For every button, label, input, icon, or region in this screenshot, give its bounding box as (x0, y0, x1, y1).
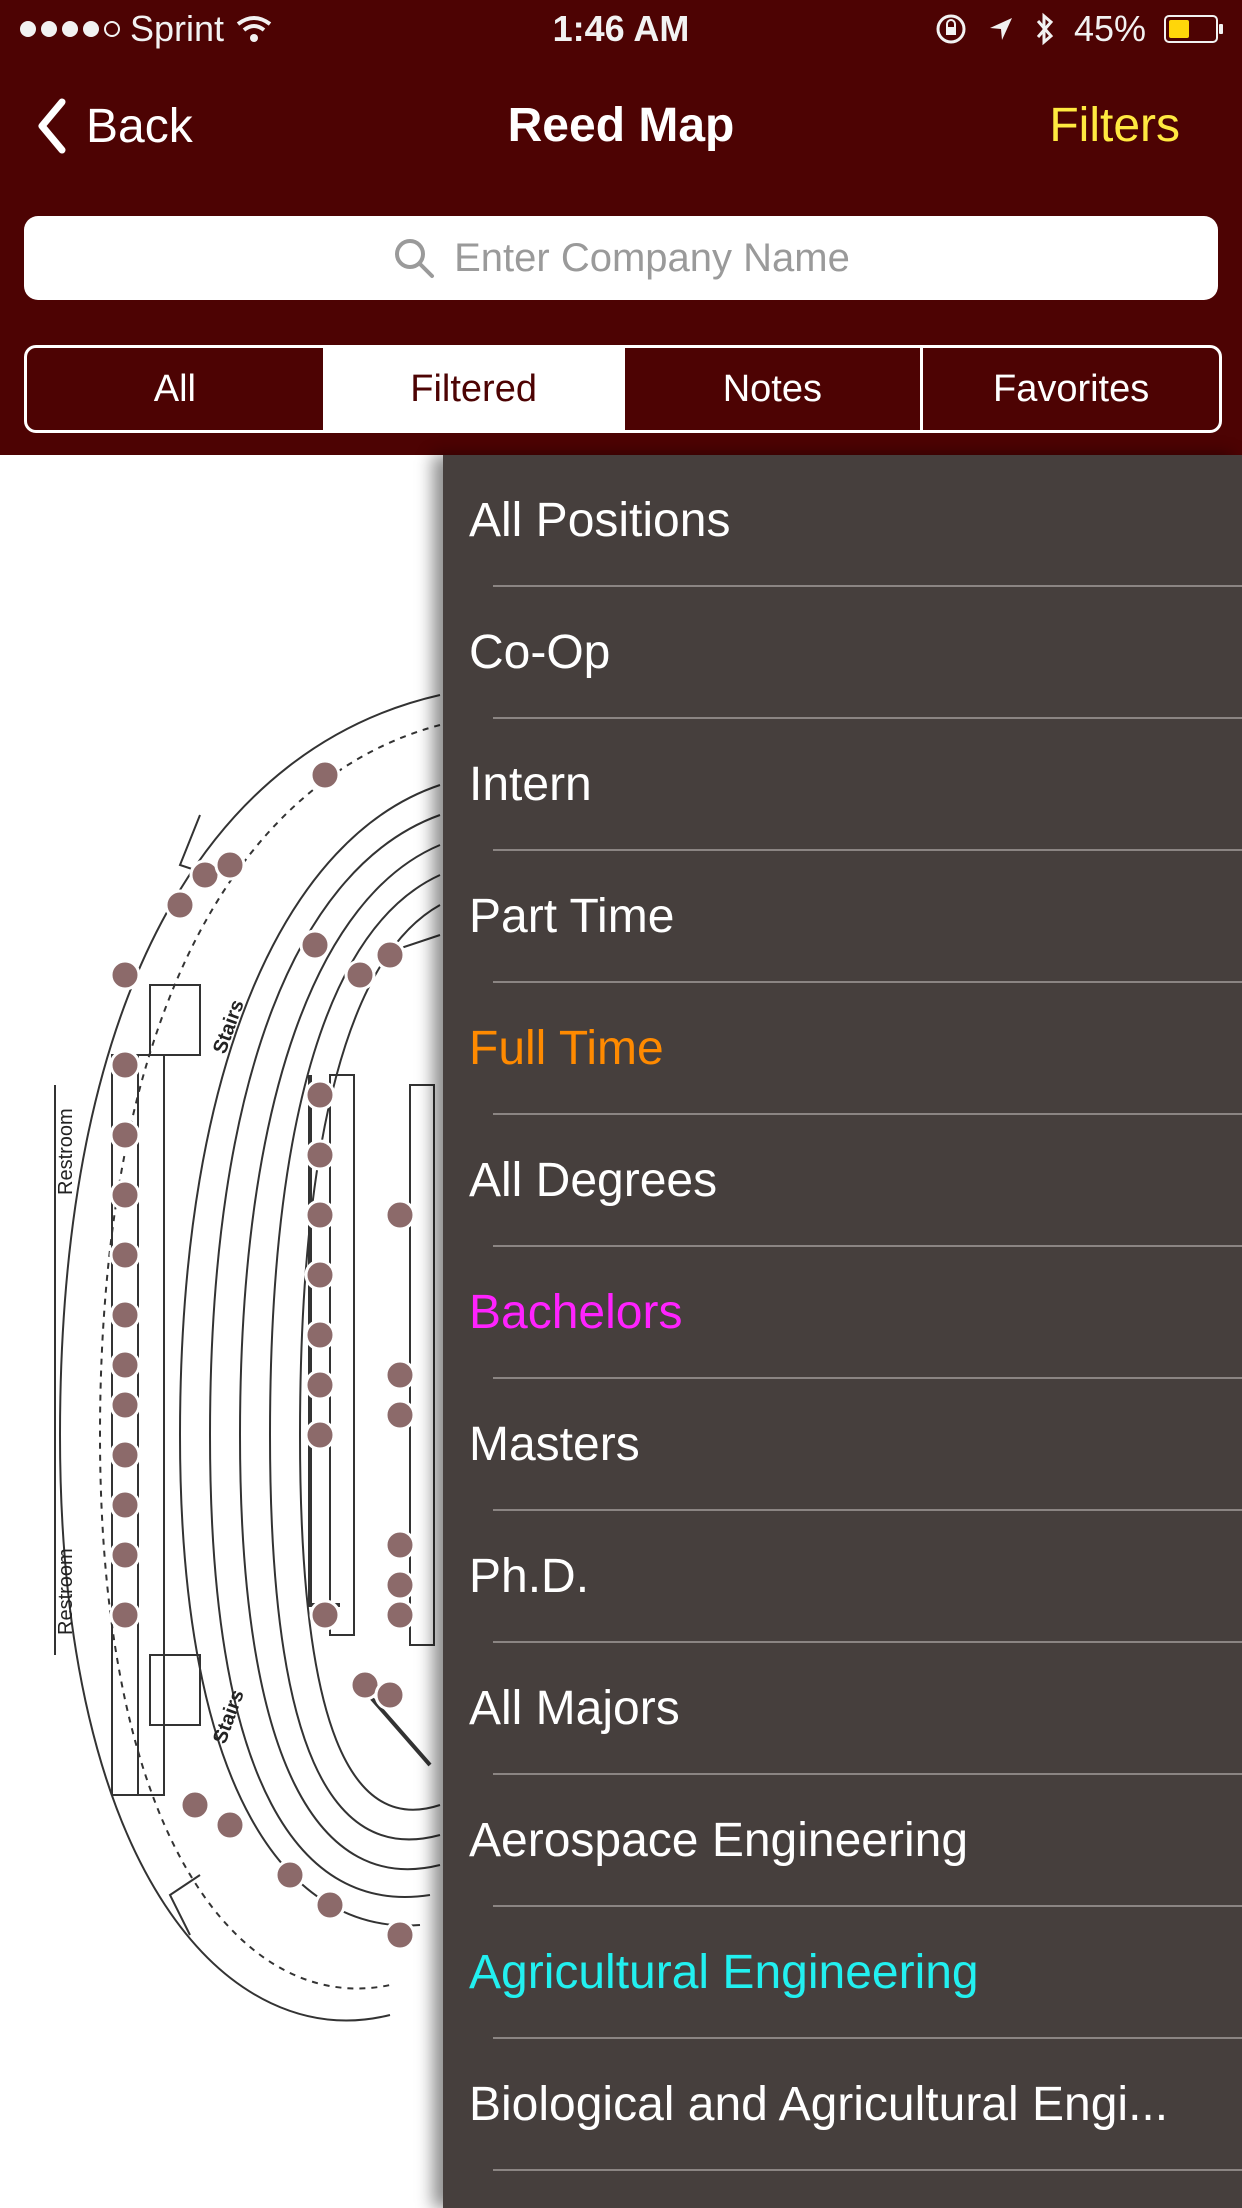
menu-item-label: Agricultural Engineering (469, 1946, 979, 1999)
map-pin[interactable] (109, 1349, 141, 1381)
map-pin[interactable] (304, 1079, 336, 1111)
status-bar: Sprint 1:46 AM 45% (0, 0, 1242, 60)
map-pin[interactable] (274, 1859, 306, 1891)
navigation-bar: Back Reed Map Filters (0, 60, 1242, 190)
menu-item[interactable]: All Majors (443, 1643, 1242, 1775)
menu-item-label: Part Time (469, 890, 675, 943)
menu-item-label: Bachelors (469, 1286, 683, 1339)
map-pin[interactable] (344, 959, 376, 991)
map-pin[interactable] (384, 1569, 416, 1601)
map-pin[interactable] (179, 1789, 211, 1821)
map-pin[interactable] (109, 1179, 141, 1211)
map-pin[interactable] (109, 1049, 141, 1081)
map-pin[interactable] (109, 1389, 141, 1421)
menu-item[interactable]: All Degrees (443, 1115, 1242, 1247)
map-pin[interactable] (309, 759, 341, 791)
map-pin[interactable] (384, 1599, 416, 1631)
map-pin[interactable] (304, 1139, 336, 1171)
map-pin[interactable] (109, 1299, 141, 1331)
map-pin[interactable] (384, 1199, 416, 1231)
menu-item[interactable]: Aerospace Engineering (443, 1775, 1242, 1907)
filters-button[interactable]: Filters (1049, 98, 1180, 153)
map-pin[interactable] (109, 1489, 141, 1521)
menu-item[interactable]: Intern (443, 719, 1242, 851)
map-pin[interactable] (214, 1809, 246, 1841)
map-pin[interactable] (384, 1359, 416, 1391)
map-pin[interactable] (109, 959, 141, 991)
segment-all[interactable]: All (27, 348, 323, 430)
menu-item-label: Aerospace Engineering (469, 1814, 969, 1867)
status-right: 45% (934, 8, 1223, 50)
menu-item[interactable]: Agricultural Engineering (443, 1907, 1242, 2039)
map-pin[interactable] (164, 889, 196, 921)
map-pin[interactable] (109, 1439, 141, 1471)
menu-item[interactable]: Ph.D. (443, 1511, 1242, 1643)
search-icon (395, 239, 435, 278)
menu-item-label: Masters (469, 1418, 640, 1471)
battery-fill (1169, 20, 1189, 38)
map-label-restroom-bottom: Restroom (55, 1548, 77, 1635)
menu-item[interactable]: Full Time (443, 983, 1242, 1115)
map-pin[interactable] (109, 1599, 141, 1631)
search-placeholder: Enter Company Name (454, 235, 850, 280)
filter-dropdown-menu: All Positions Co-Op Intern Part Time Full Ti… (443, 455, 1242, 2208)
segment-favorites[interactable]: Favorites (920, 348, 1219, 430)
map-label-restroom-top: Restroom (55, 1108, 77, 1195)
menu-item[interactable]: Biological and Agricultural Engi... (443, 2039, 1242, 2171)
menu-item-label: All Positions (469, 494, 731, 547)
map-pin[interactable] (374, 1679, 406, 1711)
bluetooth-icon (1036, 12, 1054, 46)
map-pin[interactable] (214, 849, 246, 881)
map-label-stairs-top: Stairs (209, 997, 249, 1057)
menu-item[interactable]: All Positions (443, 455, 1242, 587)
map-pin[interactable] (304, 1419, 336, 1451)
menu-item-label: Intern (469, 758, 592, 811)
map-pin[interactable] (384, 1399, 416, 1431)
orientation-lock-icon (936, 14, 966, 44)
map-pin[interactable] (299, 929, 331, 961)
header: Sprint 1:46 AM 45% Back Reed Map Filters… (0, 0, 1242, 455)
map-pin[interactable] (109, 1239, 141, 1271)
menu-item[interactable]: Part Time (443, 851, 1242, 983)
map-pin[interactable] (309, 1599, 341, 1631)
location-icon (989, 18, 1012, 40)
map-pin[interactable] (384, 1919, 416, 1951)
map-label-stairs-bottom: Stairs (209, 1687, 249, 1747)
battery-percent: 45% (1073, 8, 1146, 49)
segmented-control: All Filtered Notes Favorites (24, 345, 1222, 433)
menu-item-label: All Majors (469, 1682, 680, 1735)
map-pin[interactable] (374, 939, 406, 971)
segment-notes[interactable]: Notes (621, 348, 921, 430)
menu-item[interactable]: Co-Op (443, 587, 1242, 719)
map-pin[interactable] (314, 1889, 346, 1921)
menu-item-label: All Degrees (469, 1154, 718, 1207)
search-input[interactable]: Enter Company Name (24, 216, 1218, 300)
map-pin[interactable] (109, 1539, 141, 1571)
menu-item[interactable]: Masters (443, 1379, 1242, 1511)
map-pin[interactable] (304, 1259, 336, 1291)
menu-item-label: Full Time (469, 1022, 664, 1075)
menu-item-label: Ph.D. (469, 1550, 590, 1603)
map-pin[interactable] (304, 1369, 336, 1401)
map-pin[interactable] (384, 1529, 416, 1561)
segment-filtered[interactable]: Filtered (322, 348, 622, 430)
menu-item[interactable]: Bachelors (443, 1247, 1242, 1379)
menu-item-label: Biological and Agricultural Engi... (469, 2078, 1169, 2131)
map-pin[interactable] (304, 1319, 336, 1351)
menu-item-label: Co-Op (469, 626, 611, 679)
battery-icon (1164, 15, 1223, 43)
map-pin[interactable] (109, 1119, 141, 1151)
map-pin[interactable] (304, 1199, 336, 1231)
